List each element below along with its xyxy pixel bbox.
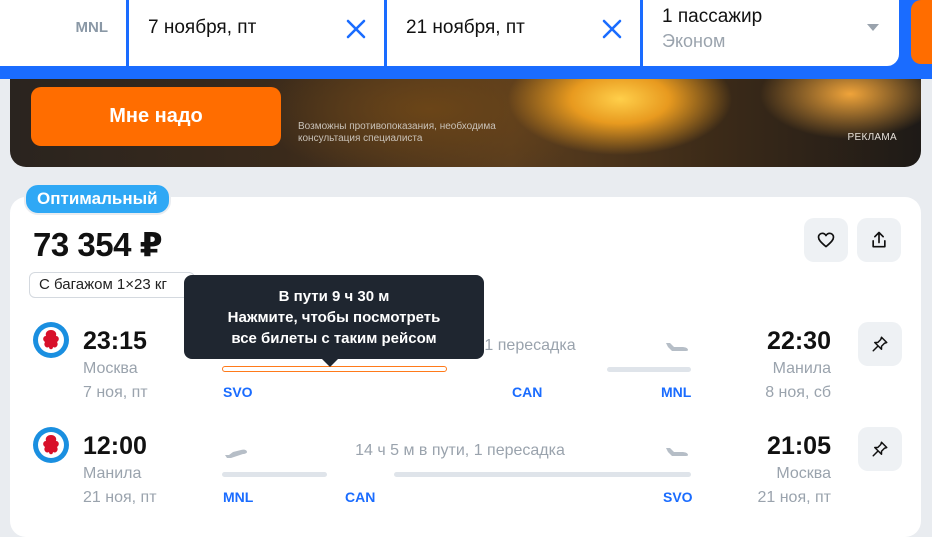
close-icon[interactable] bbox=[598, 15, 626, 43]
tooltip-duration: В пути 9 ч 30 м bbox=[278, 287, 390, 305]
return-date-field[interactable]: 21 ноября, пт bbox=[387, 0, 640, 66]
flight-segment-inbound[interactable]: 12:00 Манила 21 ноя, пт 14 ч 5 м в пути,… bbox=[10, 427, 921, 517]
departure-city: Манила bbox=[83, 465, 142, 482]
airline-logo-icon bbox=[33, 322, 69, 358]
segment-duration: 14 ч 5 м в пути, 1 пересадка bbox=[355, 442, 565, 459]
plane-landing-icon bbox=[666, 448, 688, 456]
optimal-badge: Оптимальный bbox=[24, 183, 171, 215]
arrival-time: 22:30 bbox=[767, 327, 831, 355]
share-icon bbox=[872, 231, 886, 248]
share-button[interactable] bbox=[857, 218, 901, 262]
pin-icon bbox=[872, 336, 888, 352]
departure-time: 23:15 bbox=[83, 327, 147, 355]
depart-date-value: 7 ноября, пт bbox=[148, 17, 257, 38]
tooltip-hint-line-1: Нажмите, чтобы посмотреть bbox=[227, 308, 441, 326]
ad-disclaimer: Возможны противопоказания, необходима ко… bbox=[298, 121, 496, 144]
search-bar: MNL 7 ноября, пт 21 ноября, пт 1 пассажи… bbox=[0, 0, 932, 79]
origin-field[interactable]: MNL bbox=[0, 0, 126, 66]
origin-code: MNL bbox=[75, 19, 109, 36]
ad-cta-button[interactable]: Мне надо bbox=[31, 87, 281, 146]
baggage-tag: С багажом 1×23 кг bbox=[29, 272, 195, 298]
pin-button[interactable] bbox=[858, 322, 902, 366]
cabin-class: Эконом bbox=[662, 31, 726, 51]
plane-landing-icon bbox=[666, 343, 688, 351]
departure-date: 7 ноя, пт bbox=[83, 384, 148, 401]
ad-banner[interactable]: Мне надо Возможны противопоказания, необ… bbox=[10, 79, 921, 167]
close-icon[interactable] bbox=[342, 15, 370, 43]
airport-code: MNL bbox=[223, 489, 254, 505]
airport-code: SVO bbox=[663, 489, 693, 505]
passengers-field[interactable]: 1 пассажир Эконом bbox=[643, 0, 899, 66]
departure-date: 21 ноя, пт bbox=[83, 489, 157, 506]
route-bar-leg-2 bbox=[394, 472, 691, 477]
favorite-button[interactable] bbox=[804, 218, 848, 262]
search-button[interactable] bbox=[911, 0, 932, 64]
airline-logo-icon bbox=[33, 427, 69, 463]
heart-icon bbox=[817, 232, 835, 248]
airport-code: CAN bbox=[345, 489, 376, 505]
arrival-city: Манила bbox=[772, 360, 831, 377]
depart-date-field[interactable]: 7 ноября, пт bbox=[129, 0, 384, 66]
airport-code: SVO bbox=[223, 384, 253, 400]
arrival-date: 21 ноя, пт bbox=[757, 489, 831, 506]
return-date-value: 21 ноября, пт bbox=[406, 17, 525, 38]
ticket-card[interactable]: 73 354 ₽ С багажом 1×23 кг 23:15 Москва … bbox=[10, 197, 921, 537]
arrival-time: 21:05 bbox=[767, 432, 831, 460]
departure-city: Москва bbox=[83, 360, 138, 377]
ad-label: РЕКЛАМА bbox=[847, 132, 897, 143]
route-bar-leg-2 bbox=[607, 367, 691, 372]
ticket-price: 73 354 ₽ bbox=[33, 226, 163, 263]
tooltip-hint-line-2: все билеты с таким рейсом bbox=[231, 329, 437, 347]
airport-code: CAN bbox=[512, 384, 543, 400]
route-bar-leg-1 bbox=[222, 472, 327, 477]
pin-icon bbox=[872, 441, 888, 457]
arrival-date: 8 ноя, сб bbox=[765, 384, 831, 401]
chevron-down-icon bbox=[867, 24, 879, 31]
departure-time: 12:00 bbox=[83, 432, 147, 460]
pin-button[interactable] bbox=[858, 427, 902, 471]
plane-takeoff-icon bbox=[225, 449, 247, 458]
passengers-count: 1 пассажир bbox=[662, 6, 763, 27]
arrival-city: Москва bbox=[776, 465, 831, 482]
airport-code: MNL bbox=[661, 384, 692, 400]
route-tooltip: В пути 9 ч 30 м Нажмите, чтобы посмотрет… bbox=[184, 275, 484, 367]
